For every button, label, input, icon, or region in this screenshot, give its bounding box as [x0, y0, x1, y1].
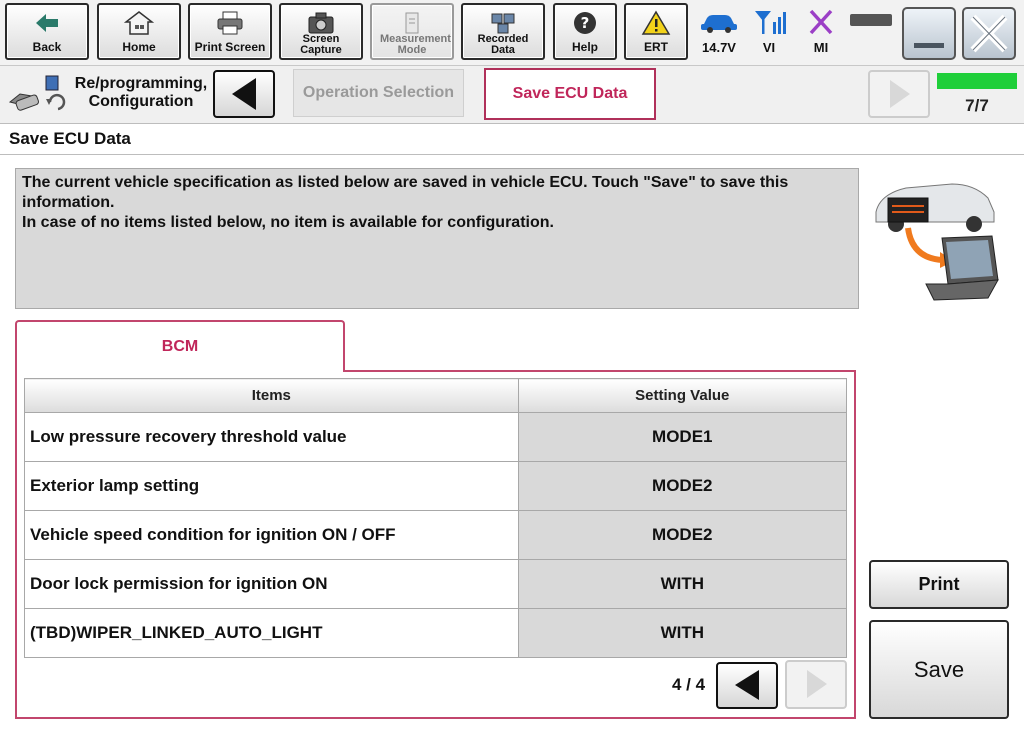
signal-icon [755, 11, 786, 34]
title-divider [0, 154, 1024, 155]
column-header-setting-value: Setting Value [517, 378, 848, 413]
step-progress-bar [937, 73, 1017, 89]
close-icon [970, 14, 1008, 53]
disconnected-x-icon [809, 9, 833, 35]
row-setting-value: MODE1 [517, 412, 848, 462]
print-button[interactable]: Print [869, 560, 1009, 609]
minimize-button[interactable] [902, 7, 956, 60]
table-row[interactable]: (TBD)WIPER_LINKED_AUTO_LIGHT WITH [24, 608, 848, 658]
back-arrow-icon [36, 14, 58, 32]
triangle-left-icon [232, 78, 256, 110]
row-item-name: Vehicle speed condition for ignition ON … [24, 510, 519, 560]
breadcrumb: Re/programming, Configuration Operation … [0, 66, 1024, 124]
table-row[interactable]: Door lock permission for ignition ON WIT… [24, 559, 848, 609]
table-row[interactable]: Exterior lamp setting MODE2 [24, 461, 848, 511]
home-icon [124, 11, 154, 35]
help-button[interactable]: ? Help [553, 3, 617, 60]
home-button-label: Home [122, 40, 156, 54]
top-toolbar: Back Home Print Screen Screen Capture Me… [0, 0, 1024, 66]
step-count: 7/7 [965, 96, 989, 115]
back-button-label: Back [32, 40, 62, 54]
vi-label: VI [762, 40, 776, 55]
reprogramming-icon [8, 75, 66, 111]
triangle-left-icon [735, 670, 759, 700]
screen-capture-label: Screen Capture [300, 33, 342, 56]
measurement-mode-label: Measurement Mode [380, 33, 451, 56]
vi-status: VI [745, 6, 793, 60]
screen-capture-button[interactable]: Screen Capture [279, 3, 363, 60]
row-setting-value: WITH [517, 559, 848, 609]
measurement-mode-button[interactable]: Measurement Mode [370, 3, 454, 60]
table-header-row: Items Setting Value [24, 378, 848, 413]
settings-table: Items Setting Value Low pressure recover… [24, 378, 848, 658]
breadcrumb-title: Re/programming, Configuration [74, 75, 208, 110]
home-button[interactable]: Home [97, 3, 181, 60]
recorded-data-label: Recorded Data [477, 33, 529, 56]
triangle-right-icon [890, 80, 910, 108]
ert-button[interactable]: ERT [624, 3, 688, 60]
info-message-box: The current vehicle specification as lis… [15, 168, 859, 309]
page-indicator: 4 / 4 [672, 675, 706, 694]
step-progress-fill [937, 73, 1017, 89]
voltage-label: 14.7V [702, 40, 736, 55]
info-text-line-1: The current vehicle specification as lis… [22, 174, 789, 211]
ert-label: ERT [644, 40, 668, 54]
row-item-name: Exterior lamp setting [24, 461, 519, 511]
table-row[interactable]: Vehicle speed condition for ignition ON … [24, 510, 848, 560]
row-item-name: Door lock permission for ignition ON [24, 559, 519, 609]
battery-icon [850, 14, 892, 26]
column-header-items: Items [24, 378, 519, 413]
car-icon [701, 15, 737, 33]
print-screen-button[interactable]: Print Screen [188, 3, 272, 60]
help-label: Help [571, 40, 598, 54]
page-prev-button[interactable] [716, 662, 778, 709]
tab-bcm[interactable]: BCM [15, 320, 345, 372]
minimize-icon [914, 43, 944, 48]
row-setting-value: WITH [517, 608, 848, 658]
breadcrumb-back-button[interactable] [213, 70, 275, 118]
mi-label: MI [813, 40, 829, 55]
printer-icon [217, 11, 243, 35]
voltage-status: 14.7V [695, 6, 743, 60]
info-text-line-2: In case of no items listed below, no ite… [22, 214, 554, 231]
step-save-ecu-data: Save ECU Data [484, 68, 656, 120]
mi-status: MI [797, 6, 845, 60]
close-button[interactable] [962, 7, 1016, 60]
step-operation-selection[interactable]: Operation Selection [293, 69, 464, 117]
row-setting-value: MODE2 [517, 510, 848, 560]
row-item-name: Low pressure recovery threshold value [24, 412, 519, 462]
breadcrumb-forward-button[interactable] [868, 70, 930, 118]
page-next-button[interactable] [785, 660, 847, 709]
back-button[interactable]: Back [5, 3, 89, 60]
recorded-data-button[interactable]: Recorded Data [461, 3, 545, 60]
help-icon: ? [574, 12, 596, 34]
svg-text:?: ? [581, 14, 590, 32]
page-title: Save ECU Data [9, 129, 131, 148]
row-setting-value: MODE2 [517, 461, 848, 511]
car-to-pc-icon [875, 183, 999, 301]
tab-connector [17, 370, 343, 374]
row-item-name: (TBD)WIPER_LINKED_AUTO_LIGHT [24, 608, 519, 658]
triangle-right-icon [807, 670, 827, 698]
table-row[interactable]: Low pressure recovery threshold value MO… [24, 412, 848, 462]
save-button[interactable]: Save [869, 620, 1009, 719]
warning-icon [641, 10, 671, 35]
print-screen-label: Print Screen [194, 40, 266, 54]
